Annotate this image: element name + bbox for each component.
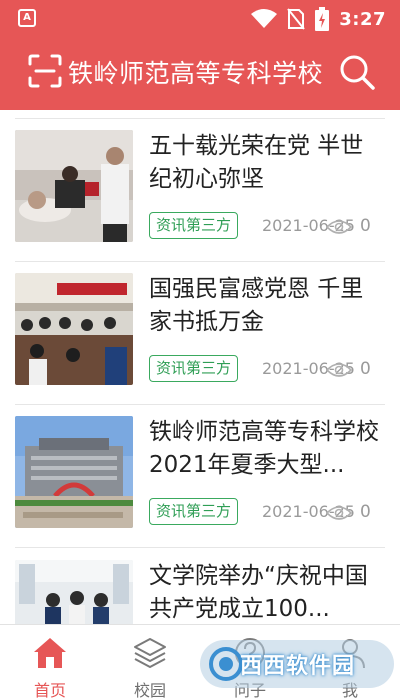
layers-icon <box>134 638 166 668</box>
watermark-text: 西西软件园 <box>240 654 356 679</box>
news-thumbnail <box>15 130 133 242</box>
news-feed[interactable]: 五十载光荣在党 半世纪初心弥坚 资讯第三方 2021-06-25 0 国强民富感… <box>0 110 400 624</box>
news-tag: 资讯第三方 <box>149 355 239 382</box>
clock: 3:27 <box>339 8 386 30</box>
nav-campus[interactable]: 校园 <box>100 625 200 700</box>
divider <box>15 404 385 405</box>
no-sim-icon <box>287 8 305 30</box>
battery-charging-icon <box>315 7 330 31</box>
news-thumbnail <box>15 273 133 385</box>
nav-home[interactable]: 首页 <box>0 625 100 700</box>
home-icon <box>34 638 66 668</box>
status-bar: A 3:27 <box>0 0 400 38</box>
divider <box>15 261 385 262</box>
news-item[interactable]: 五十载光荣在党 半世纪初心弥坚 资讯第三方 2021-06-25 0 <box>0 130 400 274</box>
nav-label: 首页 <box>33 681 66 700</box>
app-notification-icon: A <box>18 9 36 27</box>
nav-label: 校园 <box>133 681 166 700</box>
divider <box>15 118 385 119</box>
wifi-icon <box>251 9 278 28</box>
news-thumbnail <box>15 560 133 624</box>
news-title[interactable]: 文学院举办“庆祝中国共产党成立100... <box>149 560 385 624</box>
scan-icon[interactable] <box>26 52 64 90</box>
eye-icon <box>326 220 352 234</box>
news-item[interactable]: 国强民富感党恩 千里家书抵万金 资讯第三方 2021-06-25 0 <box>0 273 400 417</box>
eye-icon <box>326 506 352 520</box>
app-header: 铁岭师范高等专科学校 <box>0 38 400 110</box>
news-item[interactable]: 铁岭师范高等专科学校2021年夏季大型... 资讯第三方 2021-06-25 … <box>0 416 400 560</box>
news-title[interactable]: 五十载光荣在党 半世纪初心弥坚 <box>149 130 385 196</box>
page-title: 铁岭师范高等专科学校 <box>68 59 324 88</box>
news-thumbnail <box>15 416 133 528</box>
news-item[interactable]: 文学院举办“庆祝中国共产党成立100... <box>0 560 400 624</box>
news-tag: 资讯第三方 <box>149 212 239 239</box>
eye-icon <box>326 363 352 377</box>
watermark-logo-icon <box>209 647 243 681</box>
view-count: 0 <box>360 216 371 236</box>
search-icon[interactable] <box>338 53 376 91</box>
divider <box>15 547 385 548</box>
news-tag: 资讯第三方 <box>149 498 239 525</box>
news-title[interactable]: 国强民富感党恩 千里家书抵万金 <box>149 273 385 339</box>
view-count: 0 <box>360 502 371 522</box>
view-count: 0 <box>360 359 371 379</box>
news-title[interactable]: 铁岭师范高等专科学校2021年夏季大型... <box>149 416 385 482</box>
